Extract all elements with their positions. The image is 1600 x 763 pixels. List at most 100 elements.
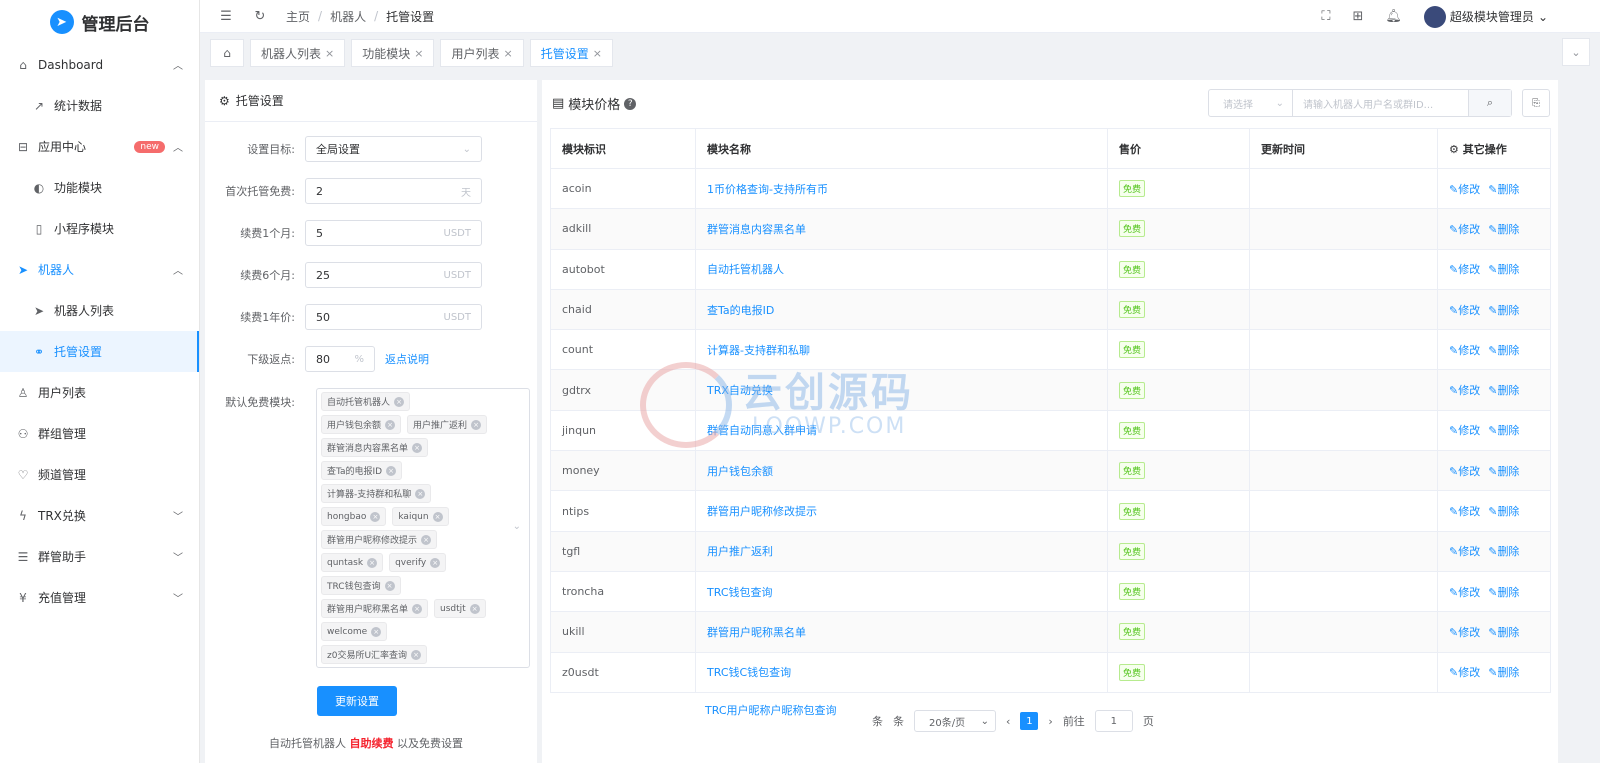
module-name-cell[interactable]: 用户推广返利: [695, 530, 1108, 572]
remove-tag-icon[interactable]: ×: [370, 511, 381, 522]
breadcrumb-home[interactable]: 主页: [286, 8, 310, 25]
edit-button[interactable]: ✎修改: [1449, 344, 1480, 357]
delete-button[interactable]: ✎删除: [1488, 384, 1519, 397]
page-size-select[interactable]: 20条/页 ⌄: [914, 710, 996, 732]
delete-button[interactable]: ✎删除: [1488, 465, 1519, 478]
delete-button[interactable]: ✎删除: [1488, 586, 1519, 599]
edit-button[interactable]: ✎修改: [1449, 545, 1480, 558]
remove-tag-icon[interactable]: ×: [394, 396, 405, 407]
update-settings-button[interactable]: 更新设置: [317, 686, 397, 716]
remove-tag-icon[interactable]: ×: [421, 534, 432, 545]
sidebar-item-modules[interactable]: ◐ 功能模块: [0, 167, 199, 208]
edit-button[interactable]: ✎修改: [1449, 223, 1480, 236]
tab-hosting-settings[interactable]: 托管设置 ×: [529, 39, 613, 67]
search-button[interactable]: ⌕: [1469, 90, 1511, 116]
menu-fold-icon[interactable]: ☰: [218, 9, 234, 24]
renew-1y-input[interactable]: 50 USDT: [305, 304, 482, 330]
renew-6m-input[interactable]: 25 USDT: [305, 262, 482, 288]
module-name-cell[interactable]: 自动托管机器人: [695, 248, 1108, 290]
tab-users[interactable]: 用户列表 ×: [440, 39, 524, 67]
next-page-icon[interactable]: ›: [1048, 715, 1052, 728]
rebate-input[interactable]: 80 %: [305, 346, 375, 372]
goto-page-input[interactable]: 1: [1094, 710, 1133, 732]
delete-button[interactable]: ✎删除: [1488, 304, 1519, 317]
module-name-cell[interactable]: 群管消息内容黑名单: [695, 208, 1108, 250]
module-name-cell[interactable]: 群管用户昵称修改提示: [695, 490, 1108, 532]
tab-robot-list[interactable]: 机器人列表 ×: [250, 39, 346, 67]
target-select[interactable]: 全局设置 ⌄: [305, 136, 482, 162]
delete-button[interactable]: ✎删除: [1488, 545, 1519, 558]
tab-modules[interactable]: 功能模块 ×: [351, 39, 435, 67]
remove-tag-icon[interactable]: ×: [412, 442, 423, 453]
sidebar-item-recharge[interactable]: ¥ 充值管理 ﹀: [0, 577, 199, 618]
edit-button[interactable]: ✎修改: [1449, 304, 1480, 317]
remove-tag-icon[interactable]: ×: [469, 603, 480, 614]
rebate-help-link[interactable]: 返点说明: [385, 351, 429, 367]
refresh-icon[interactable]: ↻: [252, 9, 268, 24]
edit-button[interactable]: ✎修改: [1449, 586, 1480, 599]
sidebar-item-trx-exchange[interactable]: ϟ TRX兑换 ﹀: [0, 495, 199, 536]
search-input[interactable]: 请输入机器人用户名或群ID...: [1293, 90, 1469, 116]
close-icon[interactable]: ×: [593, 47, 602, 60]
prev-page-icon[interactable]: ‹: [1006, 715, 1010, 728]
module-name-cell[interactable]: TRX自动兑换: [695, 369, 1108, 411]
translate-icon[interactable]: ⊞: [1353, 9, 1364, 24]
renew-1m-input[interactable]: 5 USDT: [305, 220, 482, 246]
edit-button[interactable]: ✎修改: [1449, 465, 1480, 478]
delete-button[interactable]: ✎删除: [1488, 344, 1519, 357]
default-modules-select[interactable]: ⌄ 自动托管机器人 × 用户钱包余额 × 用户推广返利 × 群管消息内容黑名单 × 查Ta的电报…: [316, 388, 530, 668]
sidebar-item-dashboard[interactable]: ⌂ Dashboard ︿: [0, 44, 199, 85]
close-icon[interactable]: ×: [325, 47, 334, 60]
sidebar-item-app-center[interactable]: ⊟ 应用中心 new ︿: [0, 126, 199, 167]
bell-icon[interactable]: 🔔︎: [1385, 9, 1402, 24]
delete-button[interactable]: ✎删除: [1488, 183, 1519, 196]
sidebar-item-group-assistant[interactable]: ☰ 群管助手 ﹀: [0, 536, 199, 577]
sidebar-item-users[interactable]: ♙ 用户列表: [0, 372, 199, 413]
delete-button[interactable]: ✎删除: [1488, 263, 1519, 276]
user-menu[interactable]: 超级模块管理员 ⌄: [1423, 5, 1548, 28]
module-name-cell[interactable]: TRC钱包查询: [695, 570, 1108, 613]
remove-tag-icon[interactable]: ×: [415, 488, 426, 499]
tab-home[interactable]: ⌂: [210, 39, 244, 67]
module-name-cell[interactable]: 1币价格查询-支持所有币: [695, 167, 1108, 210]
close-icon[interactable]: ×: [503, 47, 512, 60]
remove-tag-icon[interactable]: ×: [386, 465, 397, 476]
module-name-cell[interactable]: 用户钱包余额: [695, 450, 1108, 492]
delete-button[interactable]: ✎删除: [1488, 505, 1519, 518]
help-icon[interactable]: ?: [624, 97, 637, 110]
sidebar-item-channels[interactable]: ♡ 频道管理: [0, 454, 199, 495]
edit-button[interactable]: ✎修改: [1449, 424, 1480, 437]
sidebar-item-robot[interactable]: ➤ 机器人 ︿: [0, 249, 199, 290]
remove-tag-icon[interactable]: ×: [471, 419, 482, 430]
edit-button[interactable]: ✎修改: [1449, 263, 1480, 276]
close-icon[interactable]: ×: [414, 47, 423, 60]
remove-tag-icon[interactable]: ×: [412, 603, 423, 614]
app-logo[interactable]: ➤ 管理后台: [0, 0, 199, 44]
module-name-cell[interactable]: 群管自动同意入群申请: [695, 409, 1108, 452]
edit-button[interactable]: ✎修改: [1449, 505, 1480, 518]
module-name-cell[interactable]: 群管用户昵称黑名单: [695, 611, 1108, 653]
edit-button[interactable]: ✎修改: [1449, 183, 1480, 196]
delete-button[interactable]: ✎删除: [1488, 666, 1519, 679]
module-name-cell[interactable]: TRC钱C钱包查询: [695, 651, 1108, 693]
delete-button[interactable]: ✎删除: [1488, 223, 1519, 236]
remove-tag-icon[interactable]: ×: [432, 511, 443, 522]
remove-tag-icon[interactable]: ×: [371, 626, 382, 637]
sidebar-item-stats[interactable]: ↗ 统计数据: [0, 85, 199, 126]
edit-button[interactable]: ✎修改: [1449, 666, 1480, 679]
module-name-cell[interactable]: 计算器-支持群和私聊: [695, 329, 1108, 371]
filter-select[interactable]: 请选择 ⌄: [1209, 90, 1293, 116]
delete-button[interactable]: ✎删除: [1488, 626, 1519, 639]
sidebar-item-robot-list[interactable]: ➤ 机器人列表: [0, 290, 199, 331]
remove-tag-icon[interactable]: ×: [411, 649, 422, 660]
module-name-cell[interactable]: 查Ta的电报ID: [695, 288, 1108, 331]
sidebar-item-miniapp[interactable]: ▯ 小程序模块: [0, 208, 199, 249]
sidebar-item-hosting-settings[interactable]: ⚭ 托管设置: [0, 331, 199, 372]
sidebar-item-groups[interactable]: ⚇ 群组管理: [0, 413, 199, 454]
tabs-dropdown-button[interactable]: ⌄: [1562, 38, 1590, 66]
edit-button[interactable]: ✎修改: [1449, 384, 1480, 397]
breadcrumb-robot[interactable]: 机器人: [330, 8, 366, 25]
remove-tag-icon[interactable]: ×: [385, 419, 396, 430]
delete-button[interactable]: ✎删除: [1488, 424, 1519, 437]
remove-tag-icon[interactable]: ×: [384, 580, 395, 591]
